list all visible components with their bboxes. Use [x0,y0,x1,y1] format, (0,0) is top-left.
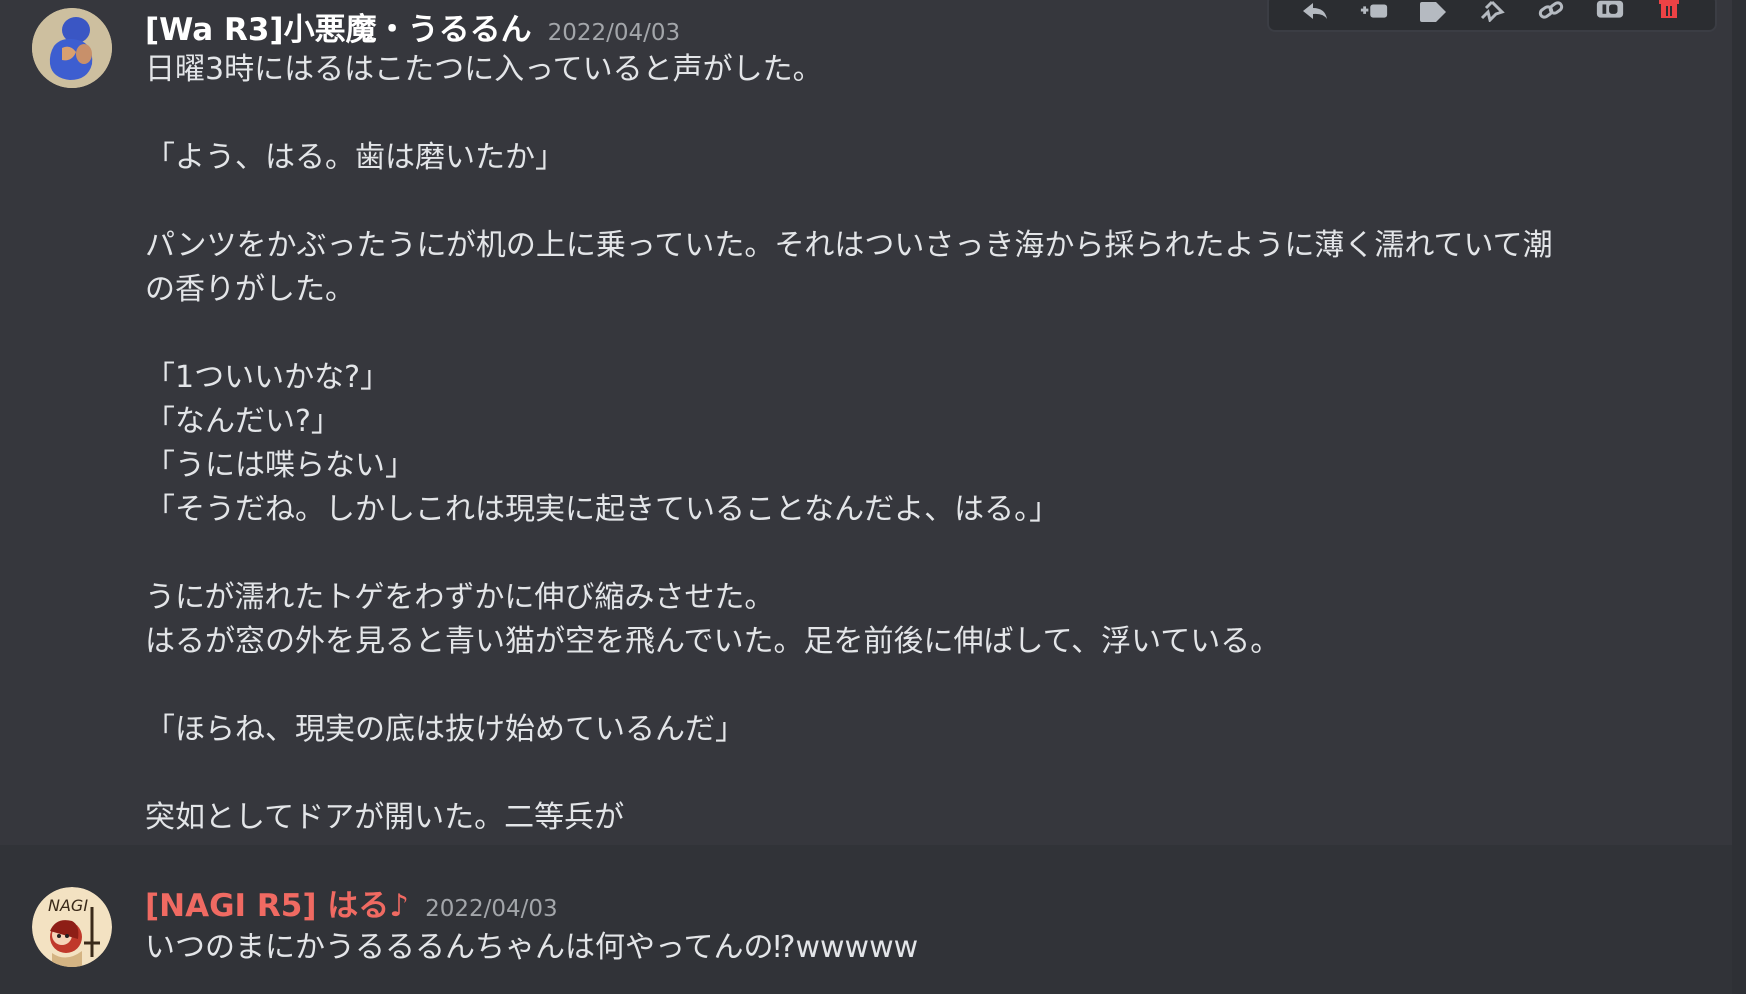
reply-icon[interactable] [1300,0,1330,22]
message-line: 「なんだい?」 [145,404,341,439]
chat-message-list: NAGI [Wa R3]小悪魔・うるるん 2022/04/03 日曜3時にはるは… [0,0,1746,994]
link-icon[interactable] [1536,0,1566,22]
timestamp[interactable]: 2022/04/03 [548,20,681,46]
message-line: 「1ついいかな?」 [145,360,391,395]
message-line: はるが窓の外を見ると青い猫が空を飛んでいた。足を前後に伸ばして、浮いている。 [145,624,1281,659]
message-content: いつのまにかうるるるんちゃんは何やってんの⁉︎wwwww [145,926,1665,970]
tag-icon[interactable] [1418,0,1448,22]
message-header: [NAGI R5] はる♪ 2022/04/03 [145,880,558,925]
message-line: うにが濡れたトゲをわずかに伸び縮みさせた。 [145,580,775,615]
pin-icon[interactable] [1477,0,1507,22]
message-line: 「ほらね、現実の底は抜け始めているんだ」 [145,712,745,747]
message-line [145,312,1665,356]
message-line: の香りがした。 [145,272,355,307]
message-line: パンツをかぶったうにが机の上に乗っていた。それはついさっき海から採られたように薄… [145,228,1553,263]
username[interactable]: [NAGI R5] はる♪ [145,880,409,925]
avatar-nagi-text: NAGI [48,896,88,915]
message-line: 「よう、はる。歯は磨いたか」 [145,140,565,175]
delete-icon[interactable] [1654,0,1684,22]
message-line: 日曜3時にはるはこたつに入っていると声がした。 [145,52,823,87]
message-line: いつのまにかうるるるんちゃんは何やってんの⁉︎wwwww [145,930,919,965]
avatar-nagi-icon[interactable]: NAGI [32,887,112,967]
message-line [145,752,1665,796]
message-content: 日曜3時にはるはこたつに入っていると声がした。 「よう、はる。歯は磨いたか」 パ… [145,48,1665,840]
id-icon[interactable] [1595,0,1625,22]
avatar-blue-figure-icon[interactable] [32,8,112,88]
create-thread-icon[interactable] [1359,0,1389,22]
message-header: [Wa R3]小悪魔・うるるん 2022/04/03 [145,4,680,49]
message-line [145,180,1665,224]
message-actions-toolbar [1267,0,1717,32]
message-line: 「そうだね。しかしこれは現実に起きていることなんだよ、はる。」 [145,492,1060,527]
message-line [145,532,1665,576]
message-line [145,664,1665,708]
scrollbar-track[interactable] [1732,0,1746,994]
message-line: 突如としてドアが開いた。二等兵が [145,800,625,835]
message-line: 「うには喋らない」 [145,448,415,483]
timestamp[interactable]: 2022/04/03 [425,896,558,922]
username[interactable]: [Wa R3]小悪魔・うるるん [145,4,532,49]
message-line [145,92,1665,136]
